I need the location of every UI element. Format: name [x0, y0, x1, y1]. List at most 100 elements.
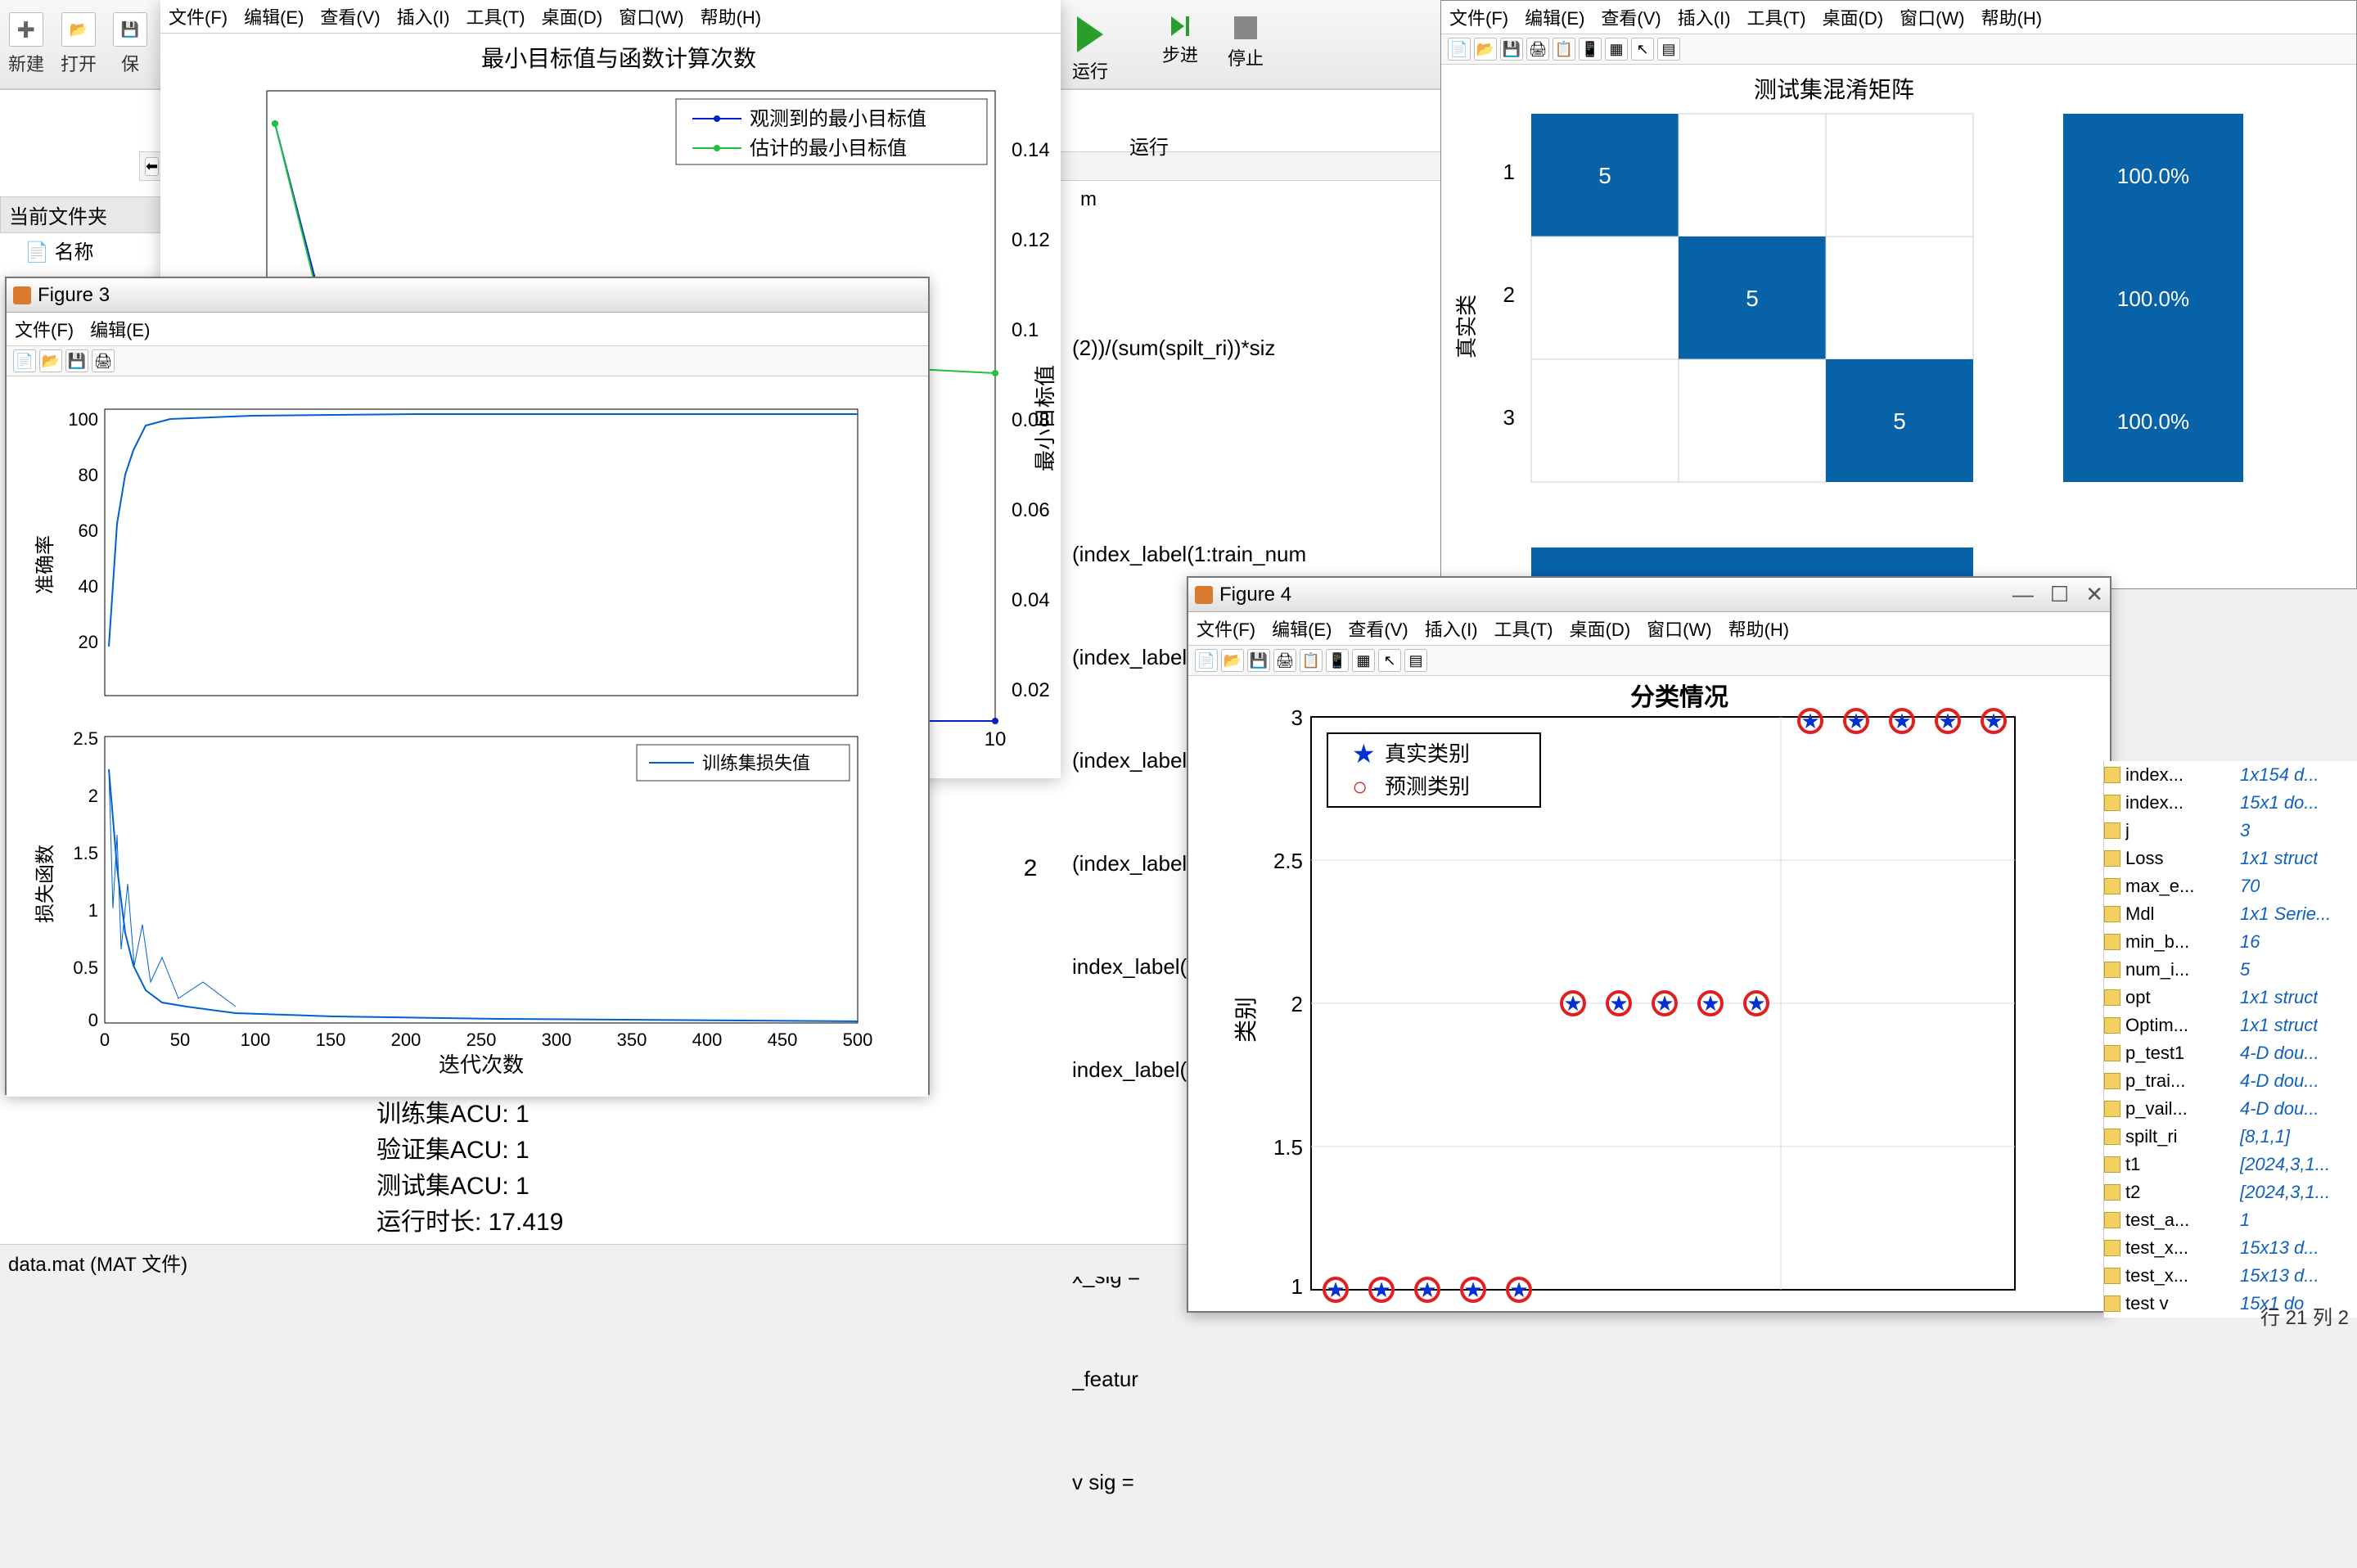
insert-menu[interactable]: 插入(I) — [397, 3, 450, 29]
f4-help-menu[interactable]: 帮助(H) — [1728, 615, 1790, 642]
workspace-variable[interactable]: max_e...70 — [2104, 872, 2357, 900]
save-icon[interactable]: 💾 — [1500, 38, 1523, 61]
figure4-toolbar[interactable]: 📄 📂 💾 🖨 📋 📱 ▦ ↖ ▤ — [1188, 646, 2110, 676]
svg-text:★: ★ — [1509, 1277, 1528, 1302]
svg-text:★: ★ — [1463, 1277, 1482, 1302]
new-icon[interactable]: 📄 — [13, 349, 36, 372]
cm-view-menu[interactable]: 查看(V) — [1601, 4, 1661, 30]
minimize-icon[interactable]: — — [2012, 582, 2034, 607]
workspace-variable[interactable]: test_a...1 — [2104, 1206, 2357, 1234]
layout-icon[interactable]: ▤ — [1404, 649, 1427, 672]
file-menu[interactable]: 文件(F) — [169, 3, 228, 29]
cm-insert-menu[interactable]: 插入(I) — [1678, 4, 1731, 30]
f4-desktop-menu[interactable]: 桌面(D) — [1570, 615, 1631, 642]
compare-icon[interactable]: 📋 — [1300, 649, 1323, 672]
svg-text:★: ★ — [1563, 991, 1582, 1016]
print-icon[interactable]: 🖨 — [92, 349, 115, 372]
cursor-icon[interactable]: ↖ — [1631, 38, 1654, 61]
confusion-toolbar[interactable]: 📄 📂 💾 🖨 📋 📱 ▦ ↖ ▤ — [1441, 34, 2356, 65]
figure3-titlebar[interactable]: Figure 3 — [7, 278, 928, 313]
editor-tab[interactable]: m — [1080, 188, 1097, 211]
svg-text:100: 100 — [68, 409, 98, 430]
new-icon[interactable]: 📄 — [1448, 38, 1471, 61]
print-icon[interactable]: 🖨 — [1526, 38, 1549, 61]
new-icon[interactable]: 📄 — [1195, 649, 1218, 672]
name-column-header[interactable]: 📄 名称 — [8, 232, 110, 268]
f4-window-menu[interactable]: 窗口(W) — [1647, 615, 1711, 642]
svg-text:60: 60 — [79, 520, 98, 541]
workspace-variable[interactable]: Optim...1x1 struct — [2104, 1012, 2357, 1039]
confusion-menubar[interactable]: 文件(F) 编辑(E) 查看(V) 插入(I) 工具(T) 桌面(D) 窗口(W… — [1441, 1, 2356, 34]
workspace-variable[interactable]: index...15x1 do... — [2104, 789, 2357, 817]
cm-window-menu[interactable]: 窗口(W) — [1900, 4, 1964, 30]
maximize-icon[interactable]: ☐ — [2050, 582, 2069, 607]
workspace-variable[interactable]: p_vail...4-D dou... — [2104, 1095, 2357, 1123]
workspace-variable[interactable]: t2[2024,3,1... — [2104, 1178, 2357, 1206]
workspace-variable[interactable]: spilt_ri[8,1,1] — [2104, 1123, 2357, 1151]
workspace-variable[interactable]: index...1x154 d... — [2104, 761, 2357, 789]
grid-icon[interactable]: ▦ — [1605, 38, 1628, 61]
window-menu[interactable]: 窗口(W) — [619, 3, 683, 29]
f4-view-menu[interactable]: 查看(V) — [1348, 615, 1408, 642]
compare-icon[interactable]: 📋 — [1553, 38, 1575, 61]
help-menu[interactable]: 帮助(H) — [701, 3, 762, 29]
cm-edit-menu[interactable]: 编辑(E) — [1525, 4, 1584, 30]
workspace-panel[interactable]: index...1x154 d...index...15x1 do...j3Lo… — [2103, 761, 2357, 1318]
variable-icon — [2104, 934, 2120, 950]
view-menu[interactable]: 查看(V) — [320, 3, 380, 29]
workspace-variable[interactable]: t1[2024,3,1... — [2104, 1151, 2357, 1178]
edit-menu[interactable]: 编辑(E) — [244, 3, 304, 29]
new-button[interactable]: ➕新建 — [8, 12, 44, 76]
fig3-edit-menu[interactable]: 编辑(E) — [90, 316, 150, 342]
svg-text:最小目标值与函数计算次数: 最小目标值与函数计算次数 — [481, 46, 756, 71]
workspace-variable[interactable]: num_i...5 — [2104, 956, 2357, 984]
figure3-menubar[interactable]: 文件(F) 编辑(E) — [7, 313, 928, 346]
phone-icon[interactable]: 📱 — [1579, 38, 1602, 61]
step-button[interactable]: 步进 — [1162, 16, 1198, 67]
cursor-icon[interactable]: ↖ — [1378, 649, 1401, 672]
open-button[interactable]: 📂打开 — [61, 12, 97, 76]
run-button[interactable]: 运行 — [1072, 16, 1108, 83]
open-icon[interactable]: 📂 — [39, 349, 62, 372]
cm-tools-menu[interactable]: 工具(T) — [1747, 4, 1806, 30]
f4-file-menu[interactable]: 文件(F) — [1197, 615, 1255, 642]
f4-edit-menu[interactable]: 编辑(E) — [1272, 615, 1332, 642]
grid-icon[interactable]: ▦ — [1352, 649, 1375, 672]
tools-menu[interactable]: 工具(T) — [466, 3, 525, 29]
workspace-variable[interactable]: Mdl1x1 Serie... — [2104, 900, 2357, 928]
close-icon[interactable]: ✕ — [2085, 582, 2103, 607]
workspace-variable[interactable]: min_b...16 — [2104, 928, 2357, 956]
open-icon[interactable]: 📂 — [1221, 649, 1244, 672]
save-icon[interactable]: 💾 — [1247, 649, 1270, 672]
workspace-variable[interactable]: test_x...15x13 d... — [2104, 1262, 2357, 1290]
workspace-variable[interactable]: test_x...15x13 d... — [2104, 1234, 2357, 1262]
back-icon[interactable]: ⬅ — [145, 157, 159, 176]
figure4-menubar[interactable]: 文件(F) 编辑(E) 查看(V) 插入(I) 工具(T) 桌面(D) 窗口(W… — [1188, 612, 2110, 646]
workspace-variable[interactable]: p_trai...4-D dou... — [2104, 1067, 2357, 1095]
workspace-variable[interactable]: Loss1x1 struct — [2104, 845, 2357, 872]
cm-help-menu[interactable]: 帮助(H) — [1981, 4, 2043, 30]
cm-file-menu[interactable]: 文件(F) — [1449, 4, 1508, 30]
f4-insert-menu[interactable]: 插入(I) — [1425, 615, 1478, 642]
fig3-file-menu[interactable]: 文件(F) — [15, 316, 74, 342]
svg-text:0.02: 0.02 — [1012, 679, 1050, 701]
figure3-toolbar[interactable]: 📄 📂 💾 🖨 — [7, 346, 928, 376]
f4-tools-menu[interactable]: 工具(T) — [1494, 615, 1553, 642]
figure4-titlebar[interactable]: Figure 4 — ☐ ✕ — [1188, 578, 2110, 612]
phone-icon[interactable]: 📱 — [1326, 649, 1349, 672]
print-icon[interactable]: 🖨 — [1273, 649, 1296, 672]
command-window[interactable]: 训练集ACU: 1 验证集ACU: 1 测试集ACU: 1 运行时长: 17.4… — [376, 1097, 1195, 1241]
svg-text:估计的最小目标值: 估计的最小目标值 — [750, 137, 907, 160]
cm-desktop-menu[interactable]: 桌面(D) — [1823, 4, 1884, 30]
open-icon[interactable]: 📂 — [1474, 38, 1497, 61]
svg-text:150: 150 — [316, 1030, 346, 1050]
save-icon[interactable]: 💾 — [65, 349, 88, 372]
desktop-menu[interactable]: 桌面(D) — [542, 3, 603, 29]
save-button[interactable]: 💾保 — [113, 12, 147, 76]
workspace-variable[interactable]: opt1x1 struct — [2104, 984, 2357, 1012]
workspace-variable[interactable]: j3 — [2104, 817, 2357, 845]
layout-icon[interactable]: ▤ — [1657, 38, 1680, 61]
bayesopt-menubar[interactable]: 文件(F) 编辑(E) 查看(V) 插入(I) 工具(T) 桌面(D) 窗口(W… — [160, 0, 1061, 34]
workspace-variable[interactable]: p_test14-D dou... — [2104, 1039, 2357, 1067]
stop-button[interactable]: 停止 — [1228, 16, 1264, 70]
